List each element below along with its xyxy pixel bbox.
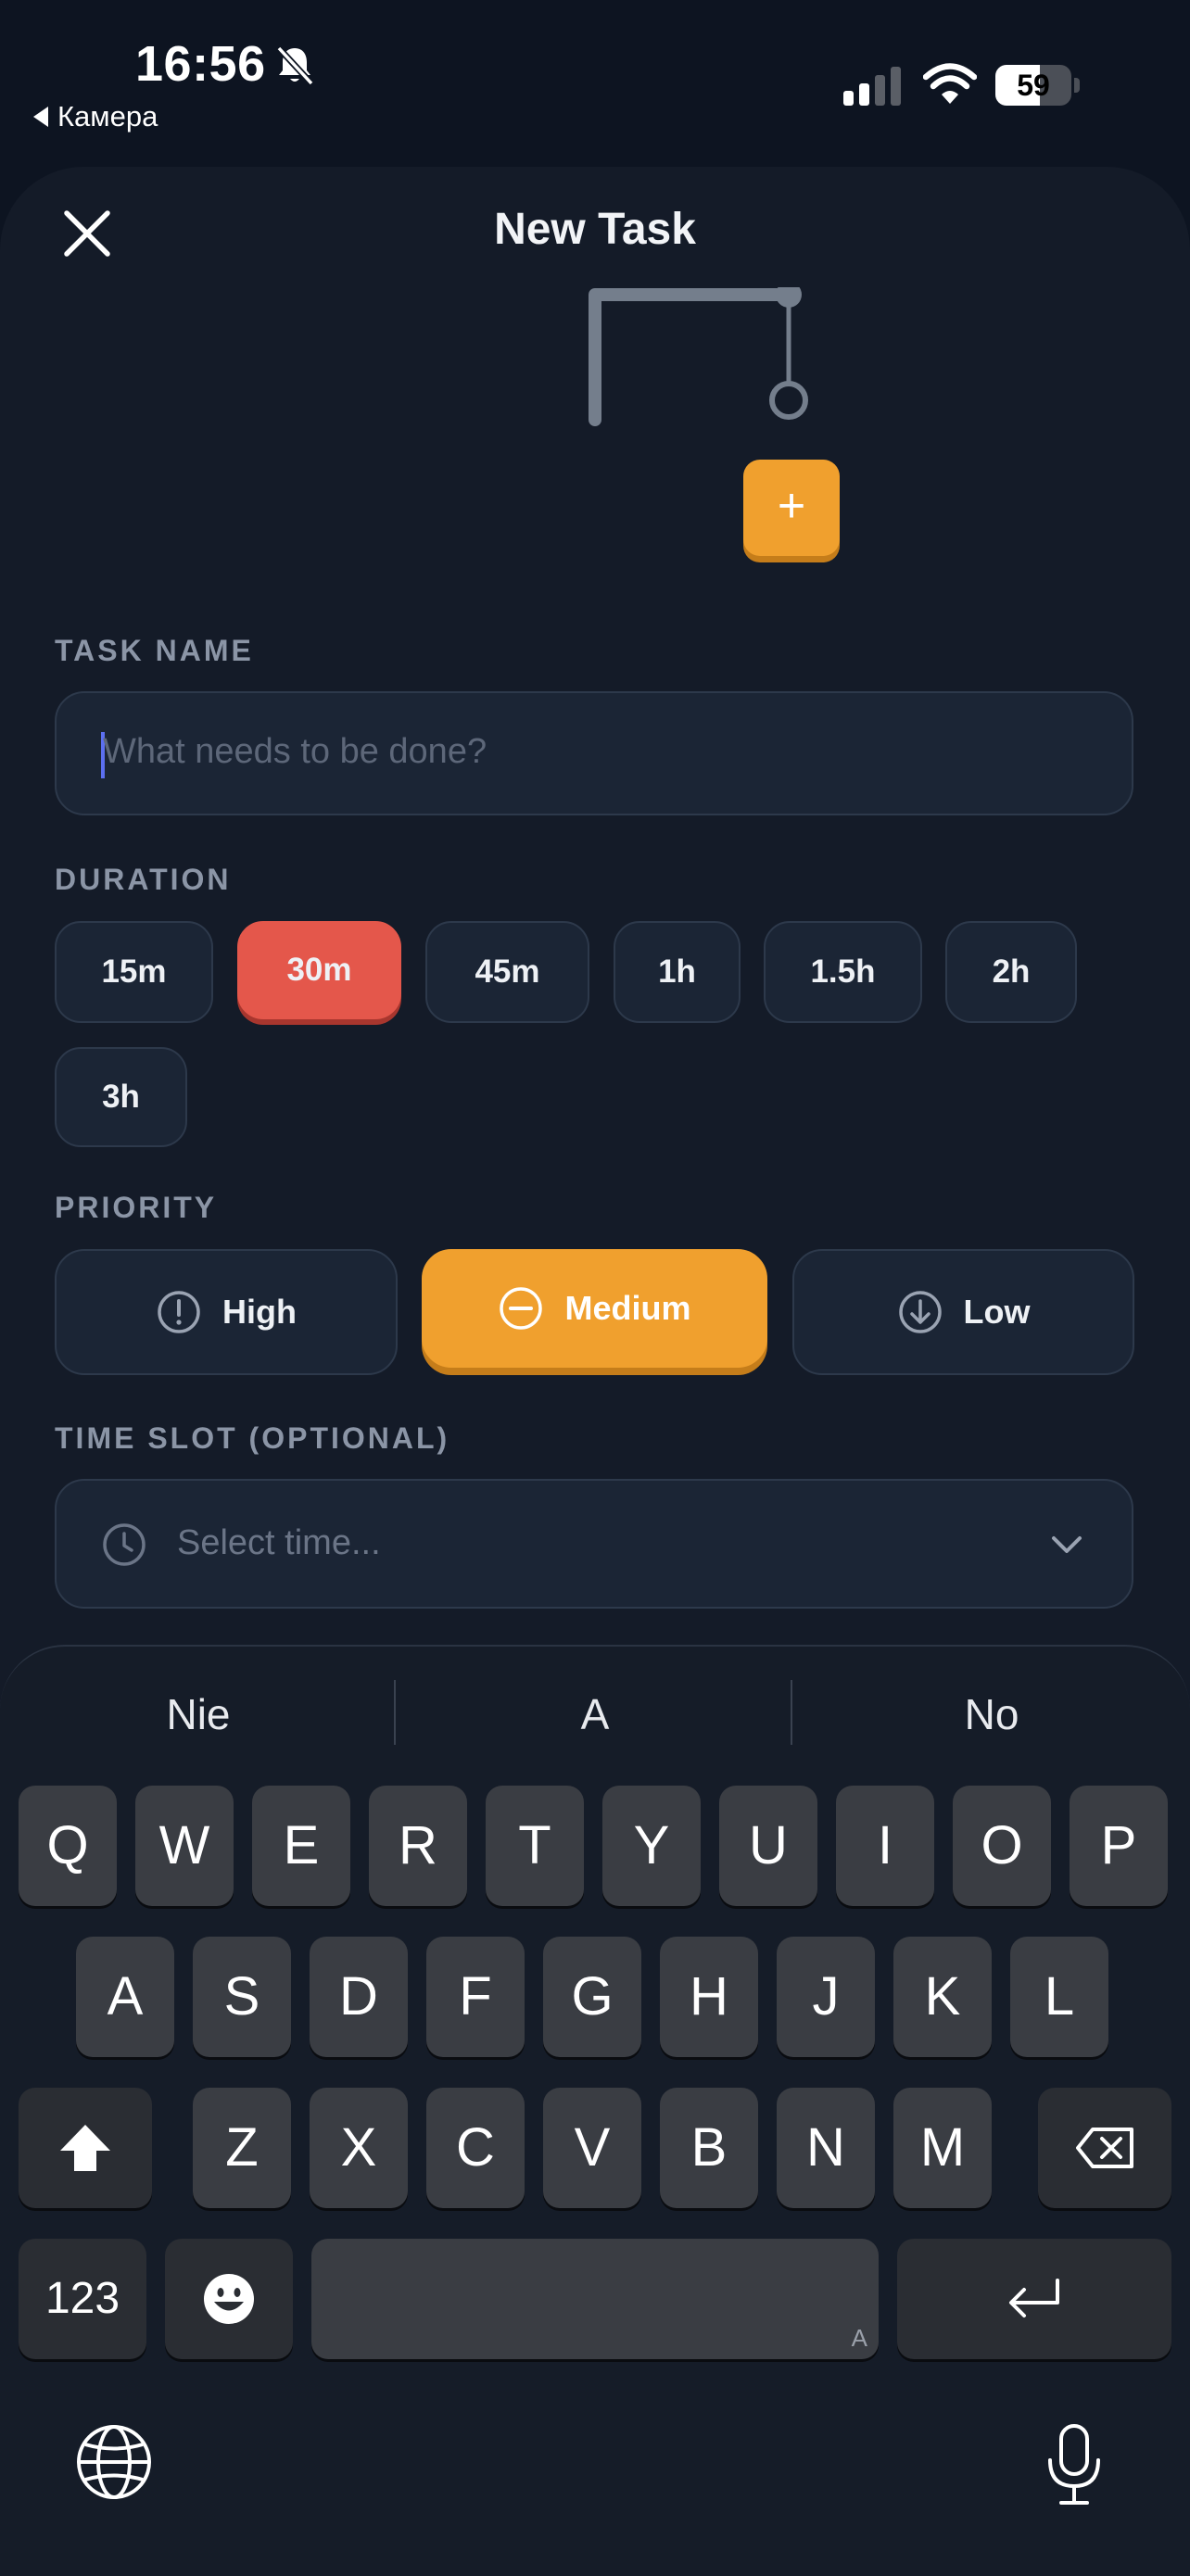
minus-circle-icon xyxy=(500,1287,543,1330)
silent-bell-icon xyxy=(276,45,314,86)
back-arrow-icon xyxy=(33,107,48,127)
priority-medium-label: Medium xyxy=(564,1289,691,1327)
time-slot-label: TIME SLOT (OPTIONAL) xyxy=(55,1421,450,1455)
battery-percent: 59 xyxy=(1017,69,1050,102)
key-i[interactable]: I xyxy=(836,1786,934,1906)
priority-high-button[interactable]: High xyxy=(55,1249,398,1375)
duration-option-1h[interactable]: 1h xyxy=(614,921,741,1023)
add-task-icon[interactable]: + xyxy=(743,460,840,556)
duration-option-3h[interactable]: 3h xyxy=(55,1047,187,1147)
keyboard: Nie A No Q W E R T Y U I O P A S D F G H… xyxy=(0,1645,1190,2576)
numbers-key[interactable]: 123 xyxy=(19,2239,146,2359)
task-name-placeholder: What needs to be done? xyxy=(103,732,487,771)
task-name-input[interactable]: What needs to be done? xyxy=(55,691,1133,815)
priority-label: PRIORITY xyxy=(55,1191,218,1224)
key-r[interactable]: R xyxy=(369,1786,467,1906)
priority-medium-button[interactable]: Medium xyxy=(422,1249,767,1368)
exclamation-circle-icon xyxy=(158,1291,200,1333)
status-time: 16:56 xyxy=(135,36,266,92)
emoji-icon xyxy=(204,2274,254,2324)
key-g[interactable]: G xyxy=(543,1937,641,2057)
key-u[interactable]: U xyxy=(719,1786,817,1906)
key-k[interactable]: K xyxy=(893,1937,992,2057)
key-t[interactable]: T xyxy=(486,1786,584,1906)
arrow-down-circle-icon xyxy=(898,1291,942,1333)
duration-option-2h[interactable]: 2h xyxy=(945,921,1077,1023)
emoji-key[interactable] xyxy=(165,2239,293,2359)
space-bar[interactable]: A xyxy=(311,2239,879,2359)
return-key[interactable] xyxy=(897,2239,1171,2359)
key-h[interactable]: H xyxy=(660,1937,758,2057)
key-o[interactable]: O xyxy=(953,1786,1051,1906)
clock-icon xyxy=(103,1523,146,1566)
priority-high-label: High xyxy=(222,1293,297,1331)
back-to-camera-link[interactable]: Камера xyxy=(33,100,158,133)
battery-indicator: 59 xyxy=(995,65,1081,106)
key-d[interactable]: D xyxy=(310,1937,408,2057)
backspace-icon xyxy=(1076,2128,1133,2168)
duration-option-1-5h[interactable]: 1.5h xyxy=(764,921,922,1023)
key-f[interactable]: F xyxy=(426,1937,525,2057)
key-m[interactable]: M xyxy=(893,2088,992,2208)
cellular-signal-icon xyxy=(843,67,901,106)
back-link-label: Камера xyxy=(57,100,158,133)
priority-low-button[interactable]: Low xyxy=(792,1249,1134,1375)
priority-low-label: Low xyxy=(963,1293,1031,1331)
key-e[interactable]: E xyxy=(252,1786,350,1906)
key-a[interactable]: A xyxy=(76,1937,174,2057)
key-n[interactable]: N xyxy=(777,2088,875,2208)
shift-key[interactable] xyxy=(19,2088,152,2208)
chevron-down-icon xyxy=(1052,1536,1082,1553)
microphone-icon[interactable] xyxy=(1045,2423,1103,2507)
status-bar: 16:56 Камера 59 xyxy=(0,0,1190,167)
key-w[interactable]: W xyxy=(135,1786,234,1906)
suggestion-3[interactable]: No xyxy=(793,1689,1190,1739)
globe-icon[interactable] xyxy=(74,2422,154,2502)
duration-label: DURATION xyxy=(55,863,232,896)
wifi-icon xyxy=(923,63,977,104)
delete-key[interactable] xyxy=(1038,2088,1171,2208)
task-name-label: TASK NAME xyxy=(55,634,254,667)
key-p[interactable]: P xyxy=(1070,1786,1168,1906)
duration-option-45m[interactable]: 45m xyxy=(425,921,589,1023)
return-icon xyxy=(1009,2279,1059,2317)
key-x[interactable]: X xyxy=(310,2088,408,2208)
space-bar-mark: A xyxy=(851,2324,867,2352)
time-slot-placeholder: Select time... xyxy=(177,1523,381,1562)
shift-icon xyxy=(60,2125,110,2171)
key-z[interactable]: Z xyxy=(193,2088,291,2208)
key-b[interactable]: B xyxy=(660,2088,758,2208)
key-l[interactable]: L xyxy=(1010,1937,1108,2057)
page-title: New Task xyxy=(494,205,696,254)
suggestion-2[interactable]: A xyxy=(397,1689,793,1739)
suggestion-1[interactable]: Nie xyxy=(0,1689,397,1739)
key-v[interactable]: V xyxy=(543,2088,641,2208)
duration-option-30m[interactable]: 30m xyxy=(237,921,401,1019)
key-s[interactable]: S xyxy=(193,1937,291,2057)
key-j[interactable]: J xyxy=(777,1937,875,2057)
key-c[interactable]: C xyxy=(426,2088,525,2208)
duration-option-15m[interactable]: 15m xyxy=(55,921,213,1023)
key-y[interactable]: Y xyxy=(602,1786,701,1906)
key-q[interactable]: Q xyxy=(19,1786,117,1906)
time-slot-select[interactable]: Select time... xyxy=(55,1479,1133,1609)
